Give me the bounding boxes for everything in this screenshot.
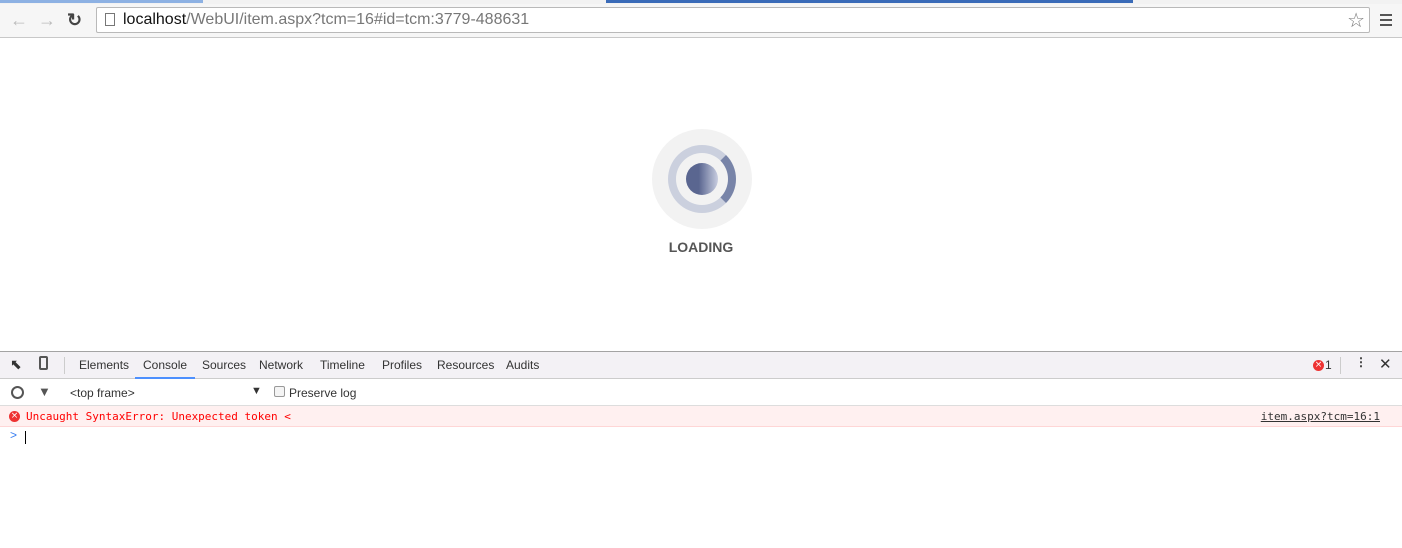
close-icon[interactable]: ✕ bbox=[1379, 355, 1392, 373]
tab-resources[interactable]: Resources bbox=[437, 358, 494, 372]
tab-console[interactable]: Console bbox=[135, 358, 196, 379]
devtools-toolbar: ⬉ Elements Console Sources Network Timel… bbox=[0, 351, 1402, 379]
console-prompt: > bbox=[10, 428, 18, 442]
planet-icon bbox=[686, 163, 718, 195]
tab-network[interactable]: Network bbox=[259, 358, 303, 372]
menu-icon[interactable] bbox=[1380, 14, 1392, 29]
error-message: Uncaught SyntaxError: Unexpected token < bbox=[26, 410, 291, 423]
filter-icon[interactable]: ▼ bbox=[38, 384, 51, 399]
address-bar[interactable]: localhost/WebUI/item.aspx?tcm=16#id=tcm:… bbox=[96, 7, 1370, 33]
page-icon bbox=[105, 13, 115, 26]
tab-timeline[interactable]: Timeline bbox=[320, 358, 365, 372]
more-options-icon[interactable]: ⋮ bbox=[1355, 355, 1367, 369]
tab-sources[interactable]: Sources bbox=[202, 358, 246, 372]
device-mode-icon[interactable] bbox=[39, 356, 48, 370]
error-count[interactable]: 1 bbox=[1325, 358, 1332, 372]
preserve-log-label: Preserve log bbox=[289, 386, 357, 400]
clear-console-icon[interactable] bbox=[11, 386, 24, 399]
tab-profiles[interactable]: Profiles bbox=[382, 358, 422, 372]
loading-spinner bbox=[652, 129, 752, 229]
forward-icon[interactable]: → bbox=[38, 10, 56, 31]
reload-icon[interactable]: ↻ bbox=[67, 10, 82, 31]
console-toolbar: ▼ <top frame> ▼ Preserve log bbox=[0, 379, 1402, 406]
console-input[interactable] bbox=[25, 431, 26, 444]
error-source-link[interactable]: item.aspx?tcm=16:1 bbox=[1261, 410, 1380, 423]
browser-toolbar: ← → ↻ localhost/WebUI/item.aspx?tcm=16#i… bbox=[0, 4, 1402, 38]
console-error-row: × Uncaught SyntaxError: Unexpected token… bbox=[0, 406, 1402, 427]
error-count-icon[interactable]: × bbox=[1313, 360, 1324, 371]
star-icon[interactable]: ☆ bbox=[1347, 8, 1365, 33]
browser-tab[interactable] bbox=[0, 0, 203, 3]
tab-audits[interactable]: Audits bbox=[506, 358, 539, 372]
frame-select[interactable]: <top frame> bbox=[70, 386, 135, 400]
back-icon[interactable]: ← bbox=[10, 10, 28, 31]
url-host: localhost bbox=[123, 11, 187, 28]
chevron-down-icon[interactable]: ▼ bbox=[251, 385, 262, 397]
browser-tab[interactable] bbox=[606, 0, 1133, 3]
loading-text: LOADING bbox=[668, 239, 734, 255]
error-icon: × bbox=[9, 411, 20, 422]
inspect-icon[interactable]: ⬉ bbox=[10, 356, 22, 373]
url-path: /WebUI/item.aspx?tcm=16#id=tcm:3779-4886… bbox=[186, 11, 530, 28]
preserve-log-checkbox[interactable] bbox=[274, 386, 285, 397]
tab-elements[interactable]: Elements bbox=[79, 358, 129, 372]
